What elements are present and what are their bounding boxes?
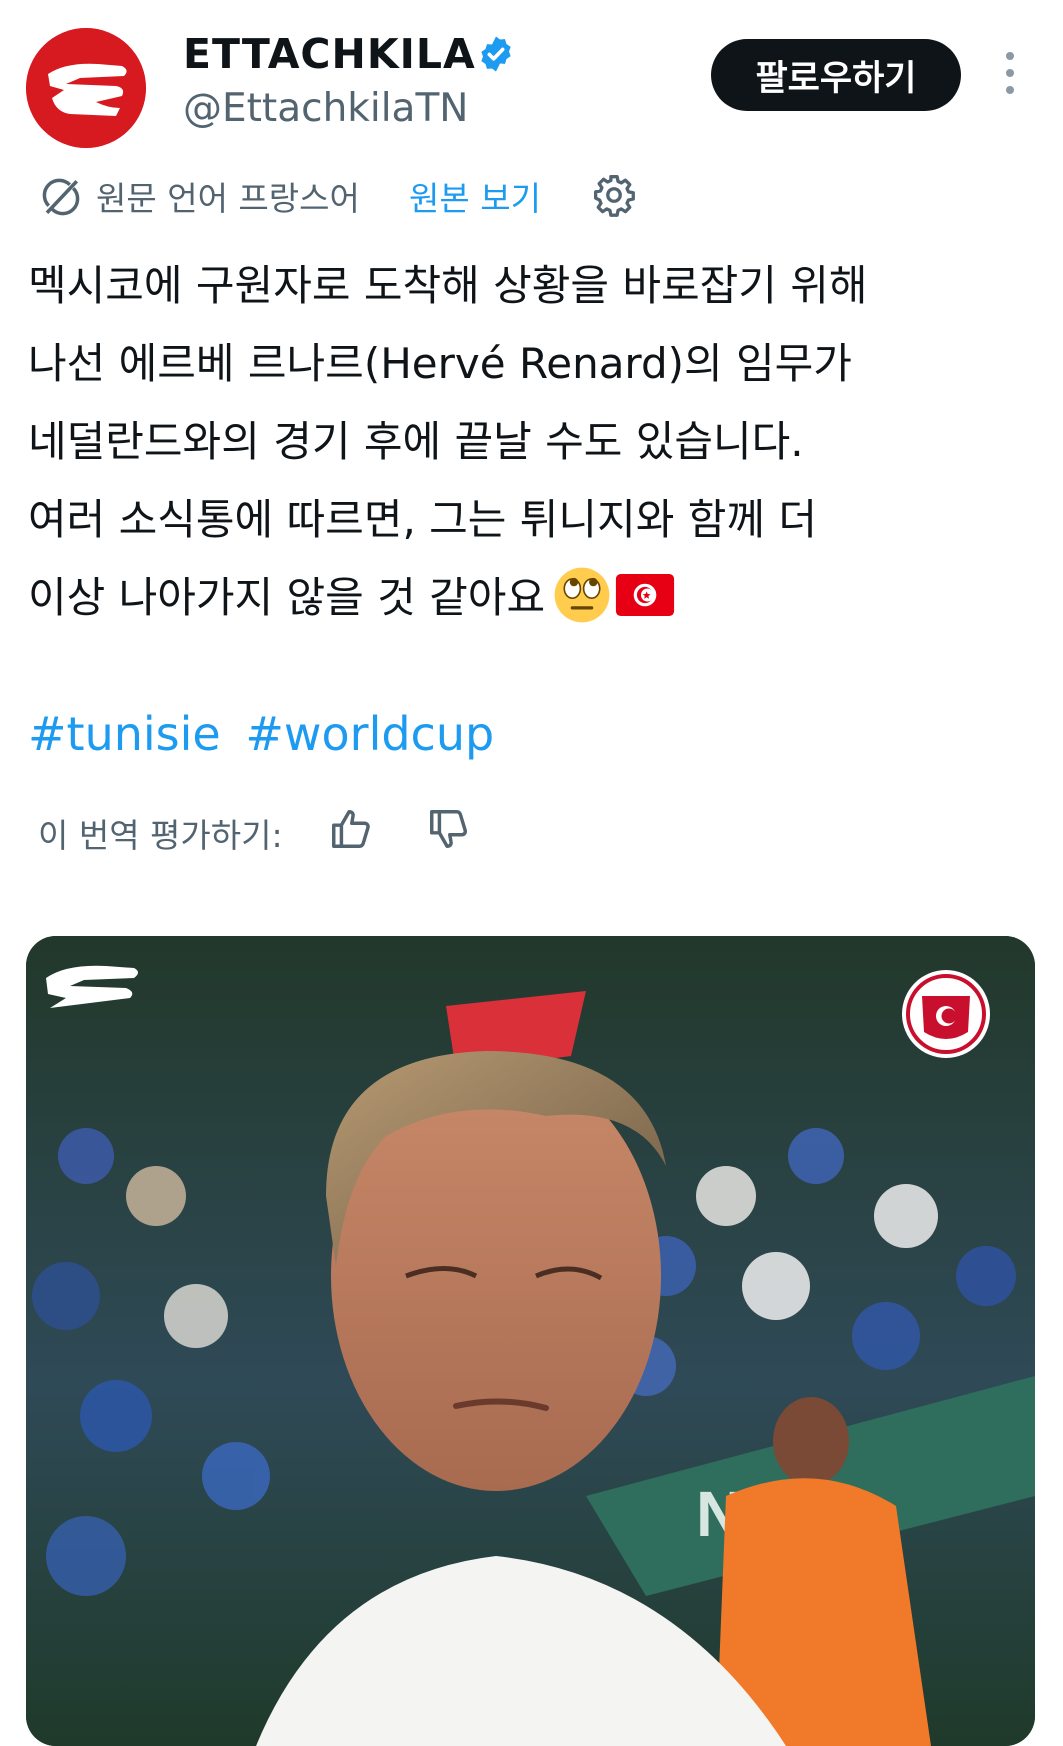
tweet-line-last: 이상 나아가지 않을 것 같아요 (28, 559, 1038, 637)
tweet-line: 네덜란드와의 경기 후에 끝날 수도 있습니다. (28, 417, 804, 466)
hashtag-link[interactable]: #tunisie (28, 707, 221, 761)
tweet-media-image[interactable]: NTEF (26, 936, 1035, 1746)
tweet-line: 여러 소식통에 따르면, 그는 튀니지와 함께 더 (28, 495, 817, 544)
ettachkila-avatar-logo-icon (26, 28, 146, 148)
tweet-line: 이상 나아가지 않을 것 같아요 (28, 573, 546, 622)
thumb-down-icon[interactable] (426, 806, 472, 852)
hashtags: #tunisie #worldcup (28, 707, 504, 761)
follow-button[interactable]: 팔로우하기 (711, 39, 961, 111)
source-language-label: 원문 언어 프랑스어 (96, 179, 360, 218)
eye-roll-face-icon (554, 567, 610, 623)
hashtag-link[interactable]: #worldcup (245, 707, 494, 761)
tweet-text: 멕시코에 구원자로 도착해 상황을 바로잡기 위해 나선 에르베 르나르(Her… (28, 247, 1038, 637)
tweet-line: 멕시코에 구원자로 도착해 상황을 바로잡기 위해 (28, 261, 868, 310)
tunisian-football-federation-crest-icon (902, 970, 990, 1058)
coach-photo: NTEF (26, 936, 1035, 1746)
thumb-up-icon[interactable] (328, 806, 374, 852)
show-original-link[interactable]: 원본 보기 (409, 172, 541, 220)
account-handle[interactable]: @EttachkilaTN (183, 86, 468, 131)
display-name[interactable]: ETTACHKILA (183, 30, 476, 78)
rate-translation-label: 이 번역 평가하기: (38, 816, 283, 855)
more-vertical-icon[interactable] (995, 52, 1025, 98)
translate-icon (42, 178, 80, 216)
avatar[interactable] (26, 28, 146, 148)
tweet-line: 나선 에르베 르나르(Hervé Renard)의 임무가 (28, 339, 852, 388)
gear-icon[interactable] (592, 173, 636, 217)
verified-badge-icon (481, 36, 511, 72)
tunisia-flag-icon (616, 574, 675, 616)
